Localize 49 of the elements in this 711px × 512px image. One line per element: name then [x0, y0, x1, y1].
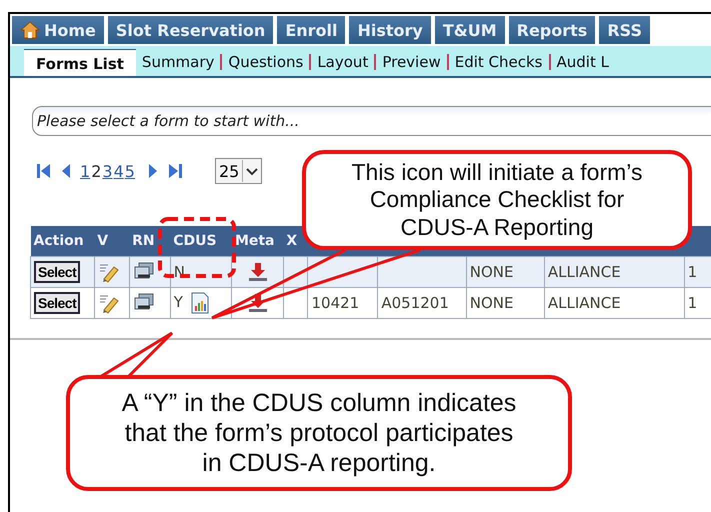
sub-tab[interactable]: Edit Checks: [446, 54, 548, 70]
table-cell: 1: [688, 263, 698, 281]
nav-tab[interactable]: Home: [12, 16, 104, 44]
last-page-icon[interactable]: [166, 162, 183, 180]
nav-tab[interactable]: RSS: [599, 16, 650, 44]
table-cell: NONE: [470, 294, 514, 312]
sub-tab[interactable]: Questions: [220, 54, 310, 70]
column-header: Action: [30, 226, 94, 256]
page-link[interactable]: 1: [80, 162, 90, 180]
nav-tab[interactable]: History: [349, 16, 431, 44]
search-field[interactable]: Please select a form to start with...: [32, 106, 711, 136]
nav-tab[interactable]: T&UM: [434, 16, 505, 44]
table-cell: ALLIANCE: [548, 294, 621, 312]
house-icon: [20, 21, 40, 39]
column-header: CDUS: [170, 226, 232, 256]
chart-document-icon[interactable]: [188, 292, 211, 314]
callout-text: CDUS-A Reporting: [400, 214, 594, 242]
table-cell: 10421: [311, 294, 360, 312]
select-button[interactable]: Select: [34, 292, 80, 314]
callout-text: This icon will initiate a form’s: [351, 158, 642, 186]
nav-tab[interactable]: Slot Reservation: [108, 16, 274, 44]
table-cell: ALLIANCE: [548, 263, 621, 281]
first-page-icon[interactable]: [36, 162, 52, 180]
table-cell: A051201: [381, 294, 449, 312]
sub-tab[interactable]: Preview: [374, 54, 447, 70]
download-icon[interactable]: [246, 261, 269, 283]
column-header: Meta: [232, 226, 284, 256]
sub-tab[interactable]: Audit L: [548, 54, 615, 70]
callout-text: A “Y” in the CDUS column indicates: [122, 388, 516, 418]
page-link[interactable]: 5: [124, 162, 135, 180]
callout-text: in CDUS-A reporting.: [202, 448, 436, 478]
table-cell: NONE: [470, 263, 514, 281]
page-link[interactable]: 2: [91, 162, 102, 180]
nav-tab[interactable]: Enroll: [277, 16, 346, 44]
callout-text: that the form’s protocol participates: [124, 418, 514, 448]
callout-text: Compliance Checklist for: [370, 186, 624, 214]
column-header: V: [94, 226, 130, 256]
page-link[interactable]: 4: [114, 162, 124, 180]
sub-tab[interactable]: Layout: [309, 54, 374, 70]
nav-tab[interactable]: Reports: [508, 16, 596, 44]
page-link[interactable]: 3: [102, 162, 113, 180]
sub-tab[interactable]: Summary: [136, 54, 220, 70]
download-icon[interactable]: [246, 292, 269, 314]
table-cell: 1: [688, 294, 698, 312]
select-button[interactable]: Select: [34, 261, 80, 283]
column-header: RN: [129, 226, 170, 256]
page-size-select[interactable]: 25: [214, 158, 262, 184]
table-cell: Y: [174, 293, 183, 312]
sub-tab[interactable]: Forms List: [24, 49, 136, 76]
